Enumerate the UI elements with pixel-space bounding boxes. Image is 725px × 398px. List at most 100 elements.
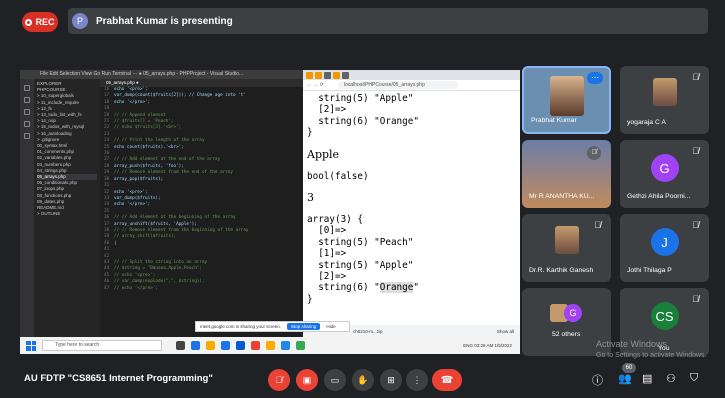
browser-window: ← → ⟳ localhost/PHPCourse/05_arrays.php … <box>303 70 520 325</box>
output-line: string(6) "Orange" <box>307 115 419 127</box>
others-count: 52 others <box>552 331 581 338</box>
download-item[interactable]: ch0210-m...zip <box>353 329 383 334</box>
vscode-window: File Edit Selection View Go Run Terminal… <box>20 70 303 345</box>
code-line: 47// echo '</pre>'; <box>104 285 158 291</box>
taskview-icon[interactable] <box>176 341 185 350</box>
more-options-button[interactable]: ⋮ <box>406 369 428 391</box>
source-control-icon <box>24 109 30 115</box>
store-icon[interactable] <box>236 341 245 350</box>
output-line: [2]=> <box>307 271 347 283</box>
tab-icon[interactable] <box>324 71 331 79</box>
chrome-icon[interactable] <box>266 341 275 350</box>
nav-arrows-icon[interactable]: ← → ⟳ <box>307 82 324 88</box>
shared-screen: File Edit Selection View Go Run Terminal… <box>20 70 520 354</box>
output-line: string(5) "Peach" <box>307 236 414 248</box>
tab-icon[interactable] <box>333 71 340 79</box>
hand-icon: ✋ <box>357 374 369 385</box>
participant-name: Jothi Thilaga P <box>627 267 672 274</box>
output-line: } <box>307 127 313 139</box>
participant-name: Mr R ANANTHA KU... <box>529 193 595 200</box>
system-tray: ENG 03:28 AM 1/5/2022 <box>463 343 512 348</box>
output-line: [2]=> <box>307 104 347 116</box>
participant-tile[interactable]: 🎙̸ J Jothi Thilaga P <box>620 214 709 282</box>
more-vert-icon: ⋮ <box>412 374 422 385</box>
participant-avatar: G <box>564 304 582 322</box>
participant-tile[interactable]: ⋯ Prabhat Kumar <box>522 66 611 134</box>
stop-sharing-button[interactable]: Stop sharing <box>287 323 321 330</box>
recording-badge: REC <box>22 12 58 32</box>
participant-tile[interactable]: 🎙̸ G Gethzi Ahila Poorni... <box>620 140 709 208</box>
tab-icon[interactable] <box>306 71 313 79</box>
output-line: string(5) "Apple" <box>307 93 414 104</box>
participant-photo <box>652 78 677 106</box>
output-count: 3 <box>307 191 314 205</box>
vscode-icon[interactable] <box>281 341 290 350</box>
address-bar: ← → ⟳ localhost/PHPCourse/05_arrays.php <box>303 80 520 91</box>
code-lines: 16 echo '<pre>'; 17 var_dump(count($fruits[… <box>100 87 303 292</box>
url-field[interactable]: localhost/PHPCourse/05_arrays.php <box>337 81 458 89</box>
chat-icon[interactable]: ▤ <box>642 372 652 385</box>
sharing-notice: meet.google.com is sharing your screen. … <box>195 321 350 332</box>
present-button[interactable]: ⊞ <box>380 369 402 391</box>
extensions-icon <box>24 133 30 139</box>
mail-icon[interactable] <box>221 341 230 350</box>
mic-off-icon: 🎙̸ <box>692 294 699 304</box>
captions-icon: ▭ <box>330 374 340 385</box>
participant-name: Prabhat Kumar <box>531 117 577 124</box>
mic-off-icon: 🎙̸ <box>275 375 283 385</box>
explorer-icon[interactable] <box>206 341 215 350</box>
output-line: [0]=> <box>307 225 347 237</box>
record-icon <box>25 18 33 26</box>
office-icon[interactable] <box>251 341 260 350</box>
tab-icon[interactable] <box>315 71 322 79</box>
leave-call-button[interactable]: ☎ <box>432 369 462 391</box>
participant-name: yogaraja C A <box>627 119 666 126</box>
participant-tile[interactable]: 🎙̸ Mr R ANANTHA KU... <box>522 140 611 208</box>
code-editor: 05_arrays.php ● 16 echo '<pre>'; 17 var_dum… <box>100 79 303 337</box>
rec-label: REC <box>35 17 55 27</box>
mic-off-icon: 🎙̸ <box>692 146 699 156</box>
activities-icon[interactable]: ⚇ <box>666 372 676 385</box>
taskbar-apps <box>176 341 305 350</box>
participant-photo <box>554 226 579 254</box>
output-bool: bool(false) <box>307 170 369 182</box>
clock: 03:28 AM 1/5/2022 <box>474 343 512 348</box>
participant-avatar: G <box>650 154 679 182</box>
editor-tab[interactable]: 05_arrays.php ● <box>100 79 303 87</box>
mic-off-icon: 🎙̸ <box>692 72 699 82</box>
camera-toggle-button[interactable]: ▣ <box>296 369 318 391</box>
participant-tile[interactable]: 🎙̸ yogaraja C A <box>620 66 709 134</box>
explorer-item[interactable]: > OUTLINE <box>37 211 97 217</box>
output-apple: Apple <box>307 147 340 161</box>
participant-name: Dr.R. Karthik Ganesh <box>529 267 594 274</box>
windows-start-icon[interactable] <box>26 340 36 351</box>
edge-icon[interactable] <box>191 341 200 350</box>
info-icon[interactable]: ⓘ <box>592 372 603 388</box>
presenting-text: Prabhat Kumar is presenting <box>96 15 233 27</box>
raise-hand-button[interactable]: ✋ <box>352 369 374 391</box>
more-options-icon[interactable]: ⋯ <box>587 72 603 84</box>
camera-off-icon: ▣ <box>302 374 312 385</box>
activity-bar <box>20 79 34 337</box>
people-icon[interactable]: 👥 <box>618 372 632 385</box>
tab-icon[interactable] <box>342 71 349 79</box>
activate-windows-watermark: Activate Windows Go to Settings to activ… <box>596 339 707 361</box>
host-controls-icon[interactable]: ⛉ <box>690 372 698 385</box>
vscode-title-bar: File Edit Selection View Go Run Terminal… <box>20 70 303 79</box>
hide-button[interactable]: Hide <box>326 324 335 329</box>
output-line: string(6) "Orange" <box>307 282 419 294</box>
captions-button[interactable]: ▭ <box>324 369 346 391</box>
taskbar-search[interactable]: Type here to search <box>42 340 162 351</box>
sharing-text: meet.google.com is sharing your screen. <box>200 324 282 329</box>
highlighted-text: Orange <box>379 282 414 294</box>
app-icon[interactable] <box>296 341 305 350</box>
participant-avatar: J <box>650 228 679 256</box>
show-all-button[interactable]: Show all <box>497 329 514 334</box>
phone-end-icon: ☎ <box>440 374 454 386</box>
mic-off-icon: 🎙̸ <box>587 146 601 160</box>
presenter-avatar: P <box>72 13 88 29</box>
participant-name: Gethzi Ahila Poorni... <box>627 193 691 200</box>
mic-toggle-button[interactable]: 🎙̸ <box>268 369 290 391</box>
run-icon <box>24 121 30 127</box>
participant-tile[interactable]: 🎙̸ Dr.R. Karthik Ganesh <box>522 214 611 282</box>
